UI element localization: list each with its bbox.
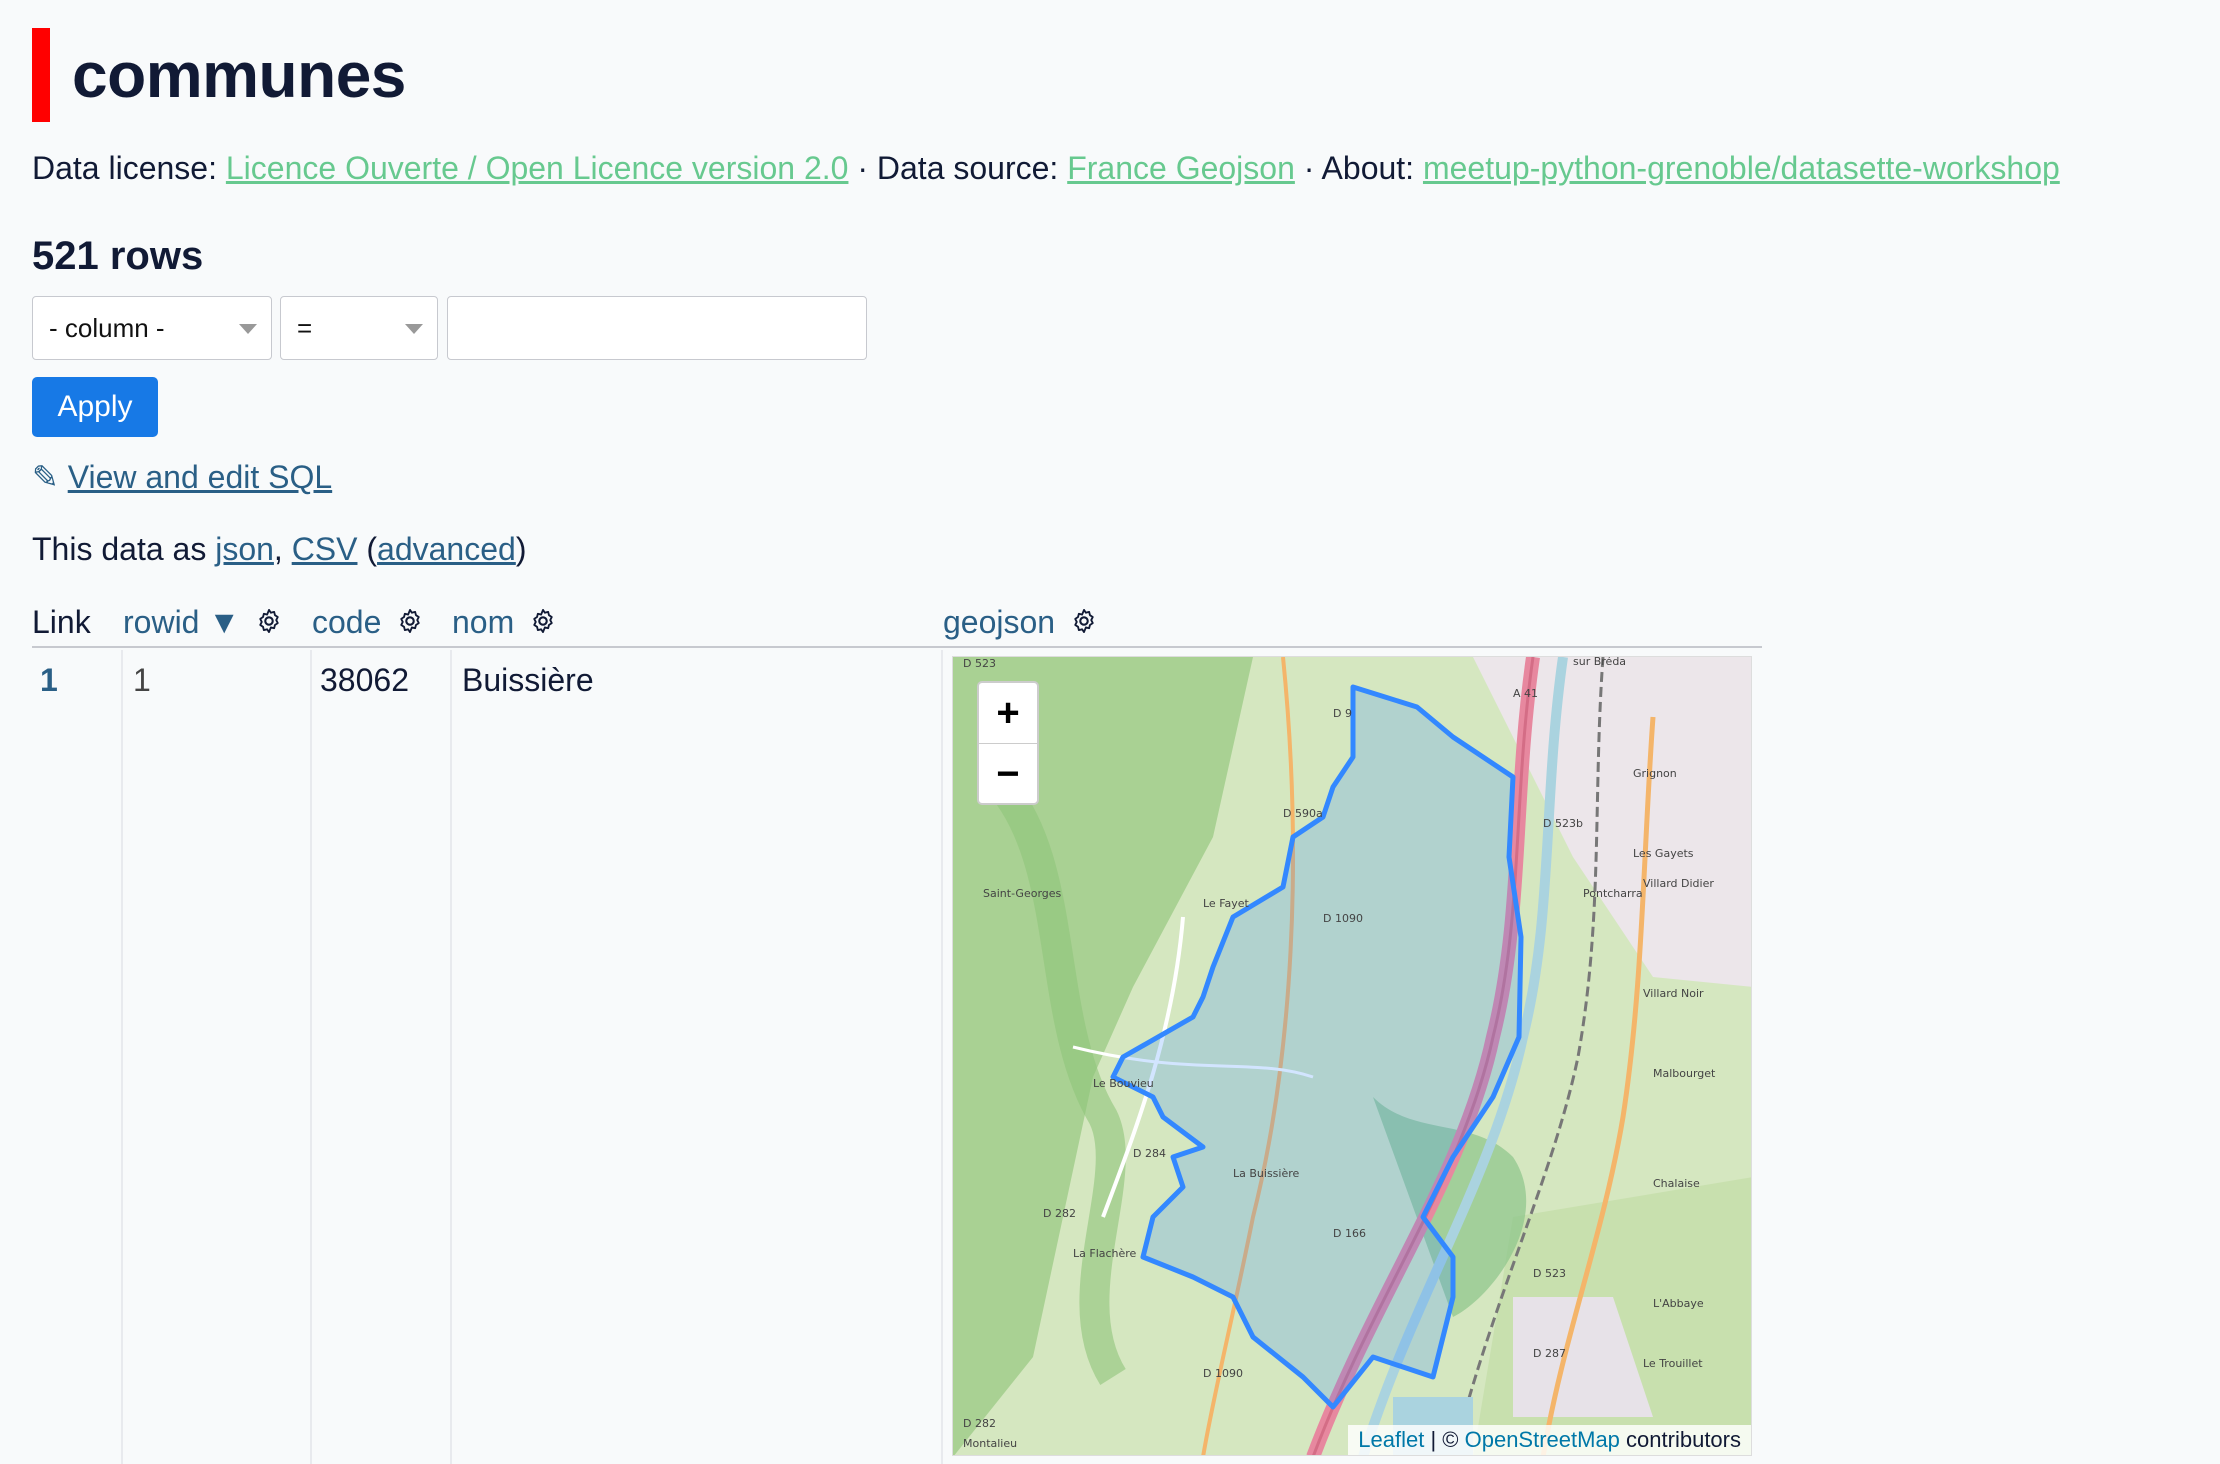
- chevron-down-icon: [239, 324, 257, 334]
- map-place-label: Montalieu: [963, 1437, 1017, 1450]
- rowid-header-label: rowid: [123, 604, 200, 640]
- view-edit-sql-link[interactable]: ✎ View and edit SQL: [32, 458, 332, 496]
- paren-open: (: [366, 531, 378, 567]
- map-place-label: La Flachère: [1073, 1247, 1137, 1260]
- map-place-label: A 41: [1513, 687, 1538, 700]
- column-divider: [941, 650, 943, 1464]
- gear-icon[interactable]: [529, 607, 557, 635]
- source-link[interactable]: France Geojson: [1067, 150, 1295, 186]
- row-link[interactable]: 1: [40, 662, 58, 699]
- separator: ·: [1303, 150, 1315, 186]
- filter-value-input[interactable]: [447, 296, 867, 360]
- map-place-label: Le Trouillet: [1643, 1357, 1703, 1370]
- map-place-label: Chalaise: [1653, 1177, 1700, 1190]
- table-header: Link rowid ▼ code nom geojson: [32, 600, 1762, 648]
- map-place-label: D 9: [1333, 707, 1352, 720]
- map-place-label: Villard Didier: [1643, 877, 1714, 890]
- zoom-out-button[interactable]: −: [979, 743, 1037, 803]
- map-place-label: Le Bouvieu: [1093, 1077, 1154, 1090]
- gear-icon[interactable]: [1070, 607, 1098, 635]
- column-select[interactable]: - column -: [32, 296, 272, 360]
- map-place-label: D 590a: [1283, 807, 1323, 820]
- map-place-label: L'Abbaye: [1653, 1297, 1704, 1310]
- cell-nom: Buissière: [462, 662, 594, 698]
- separator: ·: [857, 150, 868, 186]
- map-place-label: Villard Noir: [1643, 987, 1704, 1000]
- map-place-label: Le Fayet: [1203, 897, 1250, 910]
- gear-icon[interactable]: [396, 607, 424, 635]
- geojson-map[interactable]: A 41 D 9 D 590a D 523b Grignon Les Gayets Vill…: [952, 656, 1752, 1456]
- apply-button[interactable]: Apply: [32, 377, 158, 437]
- export-json-link[interactable]: json: [215, 531, 274, 567]
- metadata-line: Data license: Licence Ouverte / Open Lic…: [32, 150, 2060, 187]
- export-csv-link[interactable]: CSV: [292, 531, 358, 567]
- zoom-in-button[interactable]: +: [979, 683, 1037, 743]
- license-label: Data license:: [32, 150, 217, 186]
- column-header-link: Link: [32, 604, 91, 640]
- operator-select-value: =: [297, 313, 313, 343]
- attribution-suffix: contributors: [1626, 1427, 1741, 1452]
- zoom-control: + −: [977, 681, 1039, 805]
- about-link[interactable]: meetup-python-grenoble/datasette-worksho…: [1423, 150, 2060, 186]
- map-place-label: D 282: [1043, 1207, 1076, 1220]
- column-header-nom[interactable]: nom: [452, 604, 557, 641]
- map-place-label: D 1090: [1203, 1367, 1243, 1380]
- page-title: communes: [72, 39, 406, 111]
- gear-icon[interactable]: [255, 607, 283, 635]
- source-label: Data source:: [876, 150, 1059, 186]
- map-place-label: sur Bréda: [1573, 657, 1626, 668]
- license-link[interactable]: Licence Ouverte / Open Licence version 2…: [226, 150, 849, 186]
- leaflet-link[interactable]: Leaflet: [1358, 1427, 1424, 1452]
- column-divider: [450, 650, 452, 1464]
- about-label: About:: [1321, 150, 1415, 186]
- geojson-header-label: geojson: [943, 604, 1056, 640]
- map-place-label: Malbourget: [1653, 1067, 1716, 1080]
- title-accent-bar: [32, 28, 50, 122]
- cell-code: 38062: [320, 662, 409, 698]
- operator-select[interactable]: =: [280, 296, 438, 360]
- chevron-down-icon: [405, 324, 423, 334]
- sort-desc-icon: ▼: [208, 604, 241, 640]
- map-place-label: La Buissière: [1233, 1167, 1300, 1180]
- column-header-code[interactable]: code: [312, 604, 424, 641]
- map-attribution: Leaflet | © OpenStreetMap contributors: [1348, 1425, 1751, 1455]
- column-divider: [121, 650, 123, 1464]
- column-select-value: - column -: [49, 313, 165, 343]
- map-place-label: Grignon: [1633, 767, 1677, 780]
- pencil-icon: ✎: [32, 459, 59, 495]
- export-comma: ,: [273, 531, 283, 567]
- map-tiles: A 41 D 9 D 590a D 523b Grignon Les Gayets Vill…: [953, 657, 1751, 1455]
- map-place-label: D 523: [1533, 1267, 1566, 1280]
- map-place-label: Les Gayets: [1633, 847, 1694, 860]
- export-advanced-link[interactable]: advanced: [377, 531, 516, 567]
- column-header-rowid[interactable]: rowid ▼: [123, 604, 283, 641]
- map-place-label: D 284: [1133, 1147, 1166, 1160]
- view-edit-sql-label: View and edit SQL: [67, 459, 333, 495]
- map-place-label: D 523: [963, 657, 996, 670]
- nom-header-label: nom: [452, 604, 515, 640]
- map-place-label: D 282: [963, 1417, 996, 1430]
- map-place-label: Saint-Georges: [983, 887, 1062, 900]
- map-place-label: D 166: [1333, 1227, 1366, 1240]
- attribution-separator: | ©: [1430, 1427, 1459, 1452]
- column-divider: [310, 650, 312, 1464]
- export-prefix: This data as: [32, 531, 207, 567]
- map-place-label: Pontcharra: [1583, 887, 1643, 900]
- paren-close: ): [515, 531, 527, 567]
- map-place-label: D 287: [1533, 1347, 1566, 1360]
- map-place-label: D 523b: [1543, 817, 1583, 830]
- column-header-geojson[interactable]: geojson: [943, 604, 1098, 641]
- code-header-label: code: [312, 604, 382, 640]
- map-place-label: D 1090: [1323, 912, 1363, 925]
- cell-rowid: 1: [133, 662, 151, 698]
- export-line: This data as json, CSV (advanced): [32, 531, 526, 568]
- osm-link[interactable]: OpenStreetMap: [1465, 1427, 1620, 1452]
- row-count: 521 rows: [32, 234, 204, 278]
- page-header: communes: [32, 28, 406, 122]
